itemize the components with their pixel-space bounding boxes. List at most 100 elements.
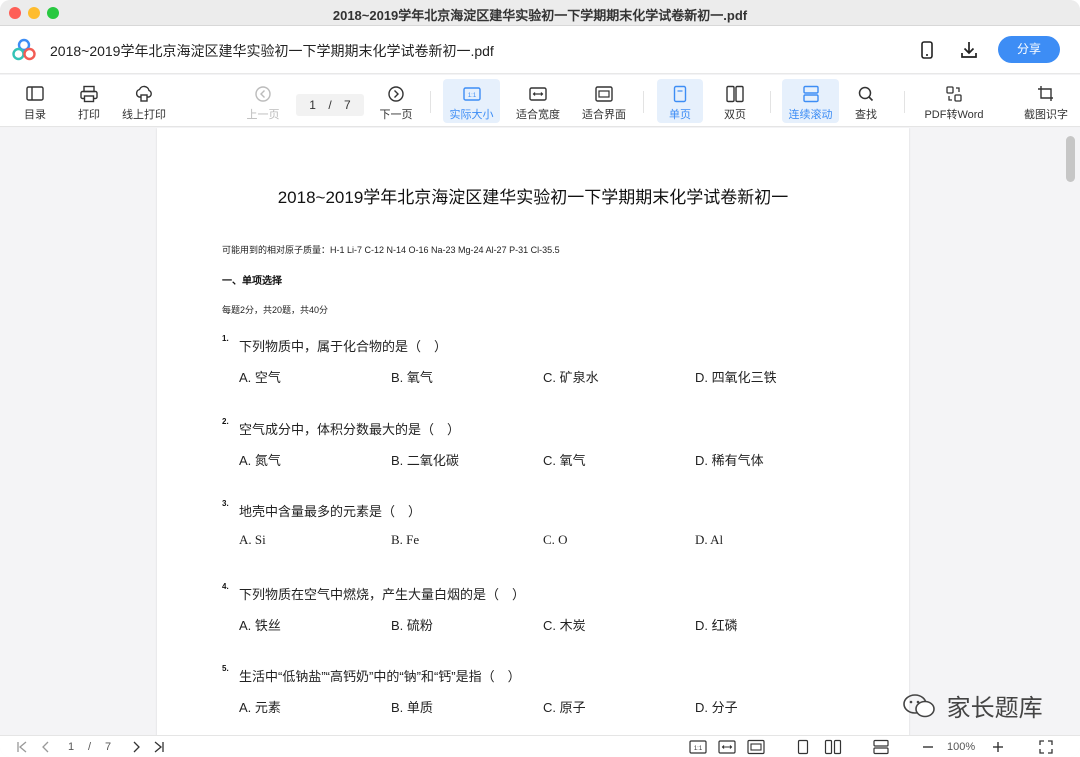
section-title: 一、单项选择 xyxy=(222,276,282,287)
actual-size-label: 实际大小 xyxy=(449,109,494,121)
next-page-icon[interactable] xyxy=(128,739,144,755)
status-fit-page-icon[interactable] xyxy=(747,739,765,755)
status-page-separator: / xyxy=(88,741,92,753)
svg-text:1:1: 1:1 xyxy=(467,93,476,99)
status-double-page-icon[interactable] xyxy=(824,739,842,755)
app-header: 2018~2019学年北京海淀区建华实验初一下学期期末化学试卷新初一.pdf 分… xyxy=(0,26,1080,74)
printer-icon xyxy=(80,85,98,103)
zoom-out-icon[interactable] xyxy=(921,739,935,755)
question-number: 2. xyxy=(222,417,229,426)
online-print-label: 线上打印 xyxy=(122,109,166,121)
crop-icon xyxy=(1038,86,1053,101)
ocr-button[interactable]: 截图识字 xyxy=(1020,79,1072,123)
next-page-label: 下一页 xyxy=(379,109,413,121)
question-text: 下列物质在空气中燃烧，产生大量白烟的是（ ） xyxy=(239,587,526,602)
prev-page-icon[interactable] xyxy=(38,739,54,755)
pdf-to-word-label: PDF转Word xyxy=(924,109,984,121)
svg-text:1:1: 1:1 xyxy=(694,746,703,752)
search-icon xyxy=(858,86,874,102)
convert-icon xyxy=(946,86,962,102)
toolbar-divider xyxy=(904,91,905,113)
question-text: 地壳中含量最多的元素是（ ） xyxy=(239,504,422,519)
double-page-label: 双页 xyxy=(724,109,746,121)
cloud-print-icon xyxy=(135,85,152,102)
status-single-page-icon[interactable] xyxy=(795,739,811,755)
status-page-current: 1 xyxy=(68,741,75,753)
atomic-masses-note: 可能用到的相对原子质量：H-1 Li-7 C-12 N-14 O-16 Na-2… xyxy=(222,245,560,255)
document-viewport[interactable]: 2018~2019学年北京海淀区建华实验初一下学期期末化学试卷新初一 可能用到的… xyxy=(0,128,1080,735)
fit-width-label: 适合宽度 xyxy=(516,109,560,121)
status-fit-width-icon[interactable] xyxy=(718,739,736,755)
option-c: C. 原子 xyxy=(543,700,586,715)
phone-icon[interactable] xyxy=(916,39,938,61)
chevron-left-circle-icon xyxy=(255,86,271,102)
option-c: C. 氧气 xyxy=(543,453,586,468)
toolbar-divider xyxy=(770,91,771,113)
fit-page-label: 适合界面 xyxy=(582,109,626,121)
vertical-scrollbar[interactable] xyxy=(1066,136,1075,182)
option-b: B. Fe xyxy=(391,532,420,547)
option-d: D. 分子 xyxy=(695,700,738,715)
app-logo xyxy=(12,38,36,62)
option-c: C. O xyxy=(543,532,568,547)
option-d: D. Al xyxy=(695,532,724,547)
option-a: A. 空气 xyxy=(239,370,281,385)
toolbar-divider xyxy=(430,91,431,113)
app-window: 2018~2019学年北京海淀区建华实验初一下学期期末化学试卷新初一.pdf 2… xyxy=(0,0,1080,757)
continuous-scroll-icon xyxy=(802,85,819,103)
next-page-button[interactable]: 下一页 xyxy=(375,79,417,123)
option-b: B. 硫粉 xyxy=(391,618,433,633)
page-number-input[interactable]: 1 / 7 xyxy=(296,94,364,116)
option-d: D. 稀有气体 xyxy=(695,453,764,468)
window-title: 2018~2019学年北京海淀区建华实验初一下学期期末化学试卷新初一.pdf xyxy=(332,8,748,23)
fit-width-button[interactable]: 适合宽度 xyxy=(512,79,564,123)
actual-size-button[interactable]: 1:1 实际大小 xyxy=(443,79,500,123)
prev-page-button[interactable]: 上一页 xyxy=(242,79,284,123)
double-page-icon xyxy=(726,85,744,103)
download-icon[interactable] xyxy=(958,39,980,61)
print-label: 打印 xyxy=(78,109,100,121)
ocr-label: 截图识字 xyxy=(1024,109,1068,121)
question-text: 生活中“低钠盐”“高钙奶”中的“钠”和“钙”是指（ ） xyxy=(239,669,521,684)
option-c: C. 矿泉水 xyxy=(543,370,599,385)
toc-label: 目录 xyxy=(24,109,46,121)
single-page-label: 单页 xyxy=(669,109,691,121)
chevron-right-circle-icon xyxy=(388,86,404,102)
prev-page-label: 上一页 xyxy=(246,109,280,121)
page-current: 1 xyxy=(309,98,316,112)
status-actual-size-icon[interactable]: 1:1 xyxy=(689,739,707,755)
single-page-button[interactable]: 单页 xyxy=(657,79,703,123)
option-b: B. 二氧化碳 xyxy=(391,453,459,468)
option-d: D. 红磷 xyxy=(695,618,738,633)
option-a: A. 元素 xyxy=(239,700,281,715)
page-separator: / xyxy=(328,98,332,112)
option-b: B. 氧气 xyxy=(391,370,433,385)
share-button[interactable]: 分享 xyxy=(998,36,1060,63)
fit-page-button[interactable]: 适合界面 xyxy=(578,79,630,123)
toc-button[interactable]: 目录 xyxy=(14,79,56,123)
question-text: 空气成分中，体积分数最大的是（ ） xyxy=(239,422,461,437)
status-continuous-icon[interactable] xyxy=(872,739,890,755)
print-button[interactable]: 打印 xyxy=(68,79,110,123)
exam-title: 2018~2019学年北京海淀区建华实验初一下学期期末化学试卷新初一 xyxy=(277,188,789,207)
zoom-level[interactable]: 100% xyxy=(947,739,975,755)
option-a: A. Si xyxy=(239,532,266,547)
fullscreen-icon[interactable] xyxy=(1038,739,1054,755)
option-d: D. 四氧化三铁 xyxy=(695,370,777,385)
zoom-in-icon[interactable] xyxy=(991,739,1005,755)
option-a: A. 铁丝 xyxy=(239,618,281,633)
actual-size-icon: 1:1 xyxy=(462,87,481,101)
pdf-to-word-button[interactable]: PDF转Word xyxy=(920,79,988,123)
question-text: 下列物质中，属于化合物的是（ ） xyxy=(239,339,448,354)
continuous-scroll-label: 连续滚动 xyxy=(788,109,833,121)
last-page-icon[interactable] xyxy=(151,739,167,755)
double-page-button[interactable]: 双页 xyxy=(713,79,757,123)
find-button[interactable]: 查找 xyxy=(846,79,886,123)
title-bar: 2018~2019学年北京海淀区建华实验初一下学期期末化学试卷新初一.pdf xyxy=(0,0,1080,26)
find-label: 查找 xyxy=(855,109,877,121)
continuous-scroll-button[interactable]: 连续滚动 xyxy=(782,79,839,123)
watermark: 家长题库 xyxy=(902,688,1043,727)
online-print-button[interactable]: 线上打印 xyxy=(118,79,170,123)
toolbar-divider xyxy=(643,91,644,113)
first-page-icon[interactable] xyxy=(14,739,30,755)
